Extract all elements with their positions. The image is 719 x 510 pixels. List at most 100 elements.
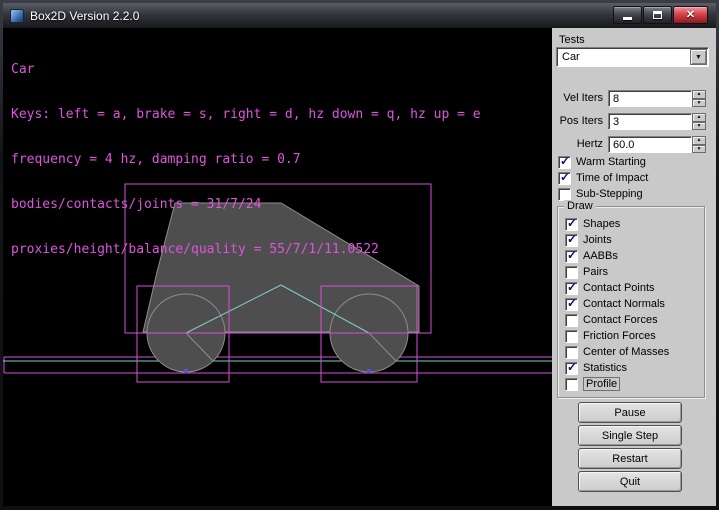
aabbs-box: ✓ [565, 250, 578, 263]
minimize-button[interactable] [613, 6, 642, 24]
app-icon [10, 9, 24, 23]
pos-iters-input[interactable]: 3 [608, 113, 692, 130]
checkbox-contact-points[interactable]: ✓ Contact Points [565, 280, 704, 296]
contact-normals-label: Contact Normals [583, 298, 665, 310]
vel-iters-input[interactable]: 8 [608, 90, 692, 107]
profile-label: Profile [583, 377, 620, 391]
center-of-masses-label: Center of Masses [583, 346, 669, 358]
debug-statistics: Car Keys: left = a, brake = s, right = d… [11, 32, 481, 287]
warm-starting-label: Warm Starting [576, 156, 646, 168]
check-icon: ✓ [560, 154, 570, 168]
tests-dropdown[interactable]: Car ▼ [556, 47, 709, 67]
checkbox-friction-forces[interactable]: Friction Forces [565, 328, 704, 344]
statistics-box: ✓ [565, 362, 578, 375]
vel-iters-row: Vel Iters 8 ▲ ▼ [552, 90, 706, 107]
friction-forces-box [565, 330, 578, 343]
contact-forces-box [565, 314, 578, 327]
hertz-down-icon[interactable]: ▼ [692, 145, 706, 154]
solver-checkboxes: ✓ Warm Starting ✓ Time of Impact Sub-Ste… [558, 154, 648, 202]
center-of-masses-box [565, 346, 578, 359]
checkbox-profile[interactable]: Profile [565, 376, 704, 392]
titlebar[interactable]: Box2D Version 2.2.0 ✕ [3, 3, 716, 28]
window-title: Box2D Version 2.2.0 [30, 9, 139, 23]
contact-points-label: Contact Points [583, 282, 655, 294]
hertz-spinner: ▲ ▼ [692, 136, 706, 153]
minimize-icon [623, 17, 632, 20]
stats-line-keys: Keys: left = a, brake = s, right = d, hz… [11, 107, 481, 122]
checkbox-pairs[interactable]: Pairs [565, 264, 704, 280]
check-icon: ✓ [560, 170, 570, 184]
check-icon: ✓ [567, 248, 577, 262]
spinner-group: Vel Iters 8 ▲ ▼ Pos Iters 3 ▲ ▼ [552, 90, 706, 159]
front-contact-point [367, 369, 371, 373]
vel-iters-up-icon[interactable]: ▲ [692, 90, 706, 99]
vel-iters-down-icon[interactable]: ▼ [692, 99, 706, 108]
sub-stepping-box [558, 188, 571, 201]
hertz-label: Hertz [577, 136, 603, 153]
time-of-impact-box: ✓ [558, 172, 571, 185]
control-panel: Tests Car ▼ Vel Iters 8 ▲ ▼ Pos Iters 3 [552, 28, 716, 506]
hertz-row: Hertz 60.0 ▲ ▼ [552, 136, 706, 153]
pos-iters-spinner: ▲ ▼ [692, 113, 706, 130]
hertz-input[interactable]: 60.0 [608, 136, 692, 153]
sub-stepping-label: Sub-Stepping [576, 188, 643, 200]
pos-iters-up-icon[interactable]: ▲ [692, 113, 706, 122]
pairs-label: Pairs [583, 266, 608, 278]
aabbs-label: AABBs [583, 250, 618, 262]
restart-button[interactable]: Restart [578, 448, 682, 469]
time-of-impact-label: Time of Impact [576, 172, 648, 184]
single-step-button[interactable]: Single Step [578, 425, 682, 446]
action-buttons: Pause Single Step Restart Quit [552, 402, 716, 494]
quit-button[interactable]: Quit [578, 471, 682, 492]
tests-dropdown-value: Car [562, 51, 580, 63]
joints-box: ✓ [565, 234, 578, 247]
contact-points-box: ✓ [565, 282, 578, 295]
pos-iters-down-icon[interactable]: ▼ [692, 122, 706, 131]
tests-label: Tests [559, 34, 585, 46]
vel-iters-spinner: ▲ ▼ [692, 90, 706, 107]
draw-checkboxes: ✓ Shapes ✓ Joints ✓ AABBs Pairs [558, 207, 704, 392]
checkbox-contact-forces[interactable]: Contact Forces [565, 312, 704, 328]
app-window: Box2D Version 2.2.0 ✕ Car Keys: left = a… [0, 0, 719, 510]
shapes-label: Shapes [583, 218, 620, 230]
vel-iters-label: Vel Iters [563, 90, 603, 107]
checkbox-warm-starting[interactable]: ✓ Warm Starting [558, 154, 648, 170]
stats-line-bodies: bodies/contacts/joints = 31/7/24 [11, 197, 481, 212]
pause-button[interactable]: Pause [578, 402, 682, 423]
contact-forces-label: Contact Forces [583, 314, 658, 326]
check-icon: ✓ [567, 232, 577, 246]
checkbox-center-of-masses[interactable]: Center of Masses [565, 344, 704, 360]
check-icon: ✓ [567, 360, 577, 374]
simulation-canvas[interactable]: Car Keys: left = a, brake = s, right = d… [3, 28, 552, 506]
friction-forces-label: Friction Forces [583, 330, 656, 342]
warm-starting-box: ✓ [558, 156, 571, 169]
checkbox-time-of-impact[interactable]: ✓ Time of Impact [558, 170, 648, 186]
maximize-button[interactable] [643, 6, 672, 24]
hertz-up-icon[interactable]: ▲ [692, 136, 706, 145]
joints-label: Joints [583, 234, 612, 246]
pairs-box [565, 266, 578, 279]
maximize-icon [653, 11, 662, 19]
check-icon: ✓ [567, 280, 577, 294]
check-icon: ✓ [567, 216, 577, 230]
checkbox-shapes[interactable]: ✓ Shapes [565, 216, 704, 232]
checkbox-aabbs[interactable]: ✓ AABBs [565, 248, 704, 264]
statistics-label: Statistics [583, 362, 627, 374]
check-icon: ✓ [567, 296, 577, 310]
dropdown-arrow-icon[interactable]: ▼ [690, 49, 707, 65]
window-content: Car Keys: left = a, brake = s, right = d… [3, 28, 716, 506]
shapes-box: ✓ [565, 218, 578, 231]
close-button[interactable]: ✕ [673, 6, 708, 24]
stats-line-title: Car [11, 62, 481, 77]
draw-group-label: Draw [564, 200, 596, 212]
checkbox-joints[interactable]: ✓ Joints [565, 232, 704, 248]
checkbox-contact-normals[interactable]: ✓ Contact Normals [565, 296, 704, 312]
window-controls: ✕ [612, 6, 708, 24]
rear-contact-point [184, 369, 188, 373]
profile-box [565, 378, 578, 391]
draw-group: Draw ✓ Shapes ✓ Joints ✓ AABBs [557, 206, 705, 398]
contact-normals-box: ✓ [565, 298, 578, 311]
close-icon: ✕ [686, 10, 695, 21]
pos-iters-label: Pos Iters [560, 113, 603, 130]
checkbox-statistics[interactable]: ✓ Statistics [565, 360, 704, 376]
